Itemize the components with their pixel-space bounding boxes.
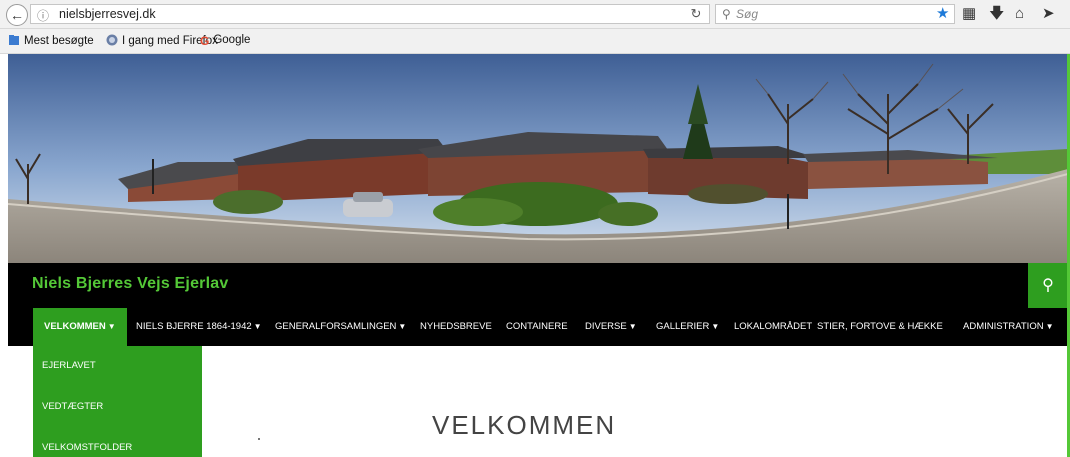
chevron-down-icon: ▼: [253, 322, 262, 331]
clipboard-icon[interactable]: ▦: [962, 5, 976, 23]
chevron-down-icon: ▼: [1045, 322, 1054, 331]
nav-item-nyhedsbreve[interactable]: NYHEDSBREVE: [420, 308, 492, 346]
submenu-item-ejerlavet[interactable]: EJERLAVET: [42, 360, 96, 371]
send-icon[interactable]: ➤: [1042, 5, 1055, 23]
search-placeholder[interactable]: Søg: [736, 7, 758, 21]
bookmark-most-visited[interactable]: Mest besøgte: [8, 34, 94, 47]
velkommen-submenu: EJERLAVET VEDTÆGTER VELKOMSTFOLDER: [33, 346, 202, 457]
reload-icon[interactable]: ↻: [687, 6, 705, 22]
nav-item-label: CONTAINERE: [506, 321, 568, 332]
search-icon: ⚲: [722, 7, 731, 21]
nav-item-label: NYHEDSBREVE: [420, 321, 492, 332]
back-button[interactable]: ←: [6, 4, 28, 26]
site-header: Niels Bjerres Vejs Ejerlav ⚲: [8, 263, 1068, 308]
search-icon: ⚲: [1042, 277, 1054, 294]
page-title: VELKOMMEN: [432, 410, 617, 440]
bookmarks-bar: Mest besøgte I gang med Firefox G Google: [0, 29, 1070, 54]
chevron-down-icon: ▼: [398, 322, 407, 331]
submenu-item-velkomstfolder[interactable]: VELKOMSTFOLDER: [42, 442, 132, 453]
decorative-dot: [258, 438, 260, 440]
download-icon[interactable]: 🡇: [989, 5, 1004, 23]
main-content: VELKOMMEN: [202, 346, 1068, 457]
nav-item-label: VELKOMMEN: [44, 321, 106, 332]
google-icon: G: [200, 34, 210, 48]
browser-toolbar: ← ⓘ nielsbjerresvej.dk ↻ ⚲ Søg ★ ▦ 🡇 ⌂ ➤: [0, 0, 1070, 29]
nav-item-label: GENERALFORSAMLINGEN: [275, 321, 397, 332]
nav-item-stier[interactable]: STIER, FORTOVE & HÆKKE: [817, 308, 943, 346]
bookmark-label: Google: [213, 34, 251, 46]
firefox-icon: [106, 34, 118, 46]
home-icon[interactable]: ⌂: [1015, 5, 1024, 23]
star-icon[interactable]: ★: [936, 5, 949, 23]
page-margin: [0, 54, 8, 457]
chevron-down-icon: ▼: [711, 322, 720, 331]
nav-item-generalforsamlingen[interactable]: GENERALFORSAMLINGEN ▼: [275, 308, 406, 346]
search-box[interactable]: ⚲ Søg: [715, 4, 955, 24]
nav-item-lokalomraadet[interactable]: LOKALOMRÅDET: [734, 308, 812, 346]
main-navigation: VELKOMMEN ▼ NIELS BJERRE 1864-1942 ▼ GENER…: [8, 308, 1068, 346]
panorama-photo: [8, 54, 1068, 263]
nav-item-label: NIELS BJERRE 1864-1942: [136, 321, 252, 332]
address-bar[interactable]: ⓘ nielsbjerresvej.dk ↻: [30, 4, 710, 24]
chevron-down-icon: ▼: [628, 322, 637, 331]
bookmark-label: Mest besøgte: [24, 35, 94, 47]
nav-item-containere[interactable]: CONTAINERE: [506, 308, 568, 346]
nav-item-velkommen[interactable]: VELKOMMEN ▼: [33, 308, 127, 346]
submenu-item-vedtaegter[interactable]: VEDTÆGTER: [42, 401, 103, 412]
nav-item-label: LOKALOMRÅDET: [734, 321, 813, 332]
header-banner-image: [8, 54, 1068, 263]
chevron-down-icon: ▼: [107, 322, 116, 331]
nav-item-label: DIVERSE: [585, 321, 627, 332]
bookmark-google[interactable]: G Google: [200, 34, 251, 48]
url-text[interactable]: nielsbjerresvej.dk: [59, 7, 156, 21]
nav-item-label: ADMINISTRATION: [963, 321, 1044, 332]
nav-item-administration[interactable]: ADMINISTRATION ▼: [963, 308, 1054, 346]
nav-item-gallerier[interactable]: GALLERIER ▼: [656, 308, 719, 346]
site-search-button[interactable]: ⚲: [1028, 263, 1068, 308]
nav-item-diverse[interactable]: DIVERSE ▼: [585, 308, 637, 346]
nav-item-niels-bjerre[interactable]: NIELS BJERRE 1864-1942 ▼: [136, 308, 262, 346]
nav-item-label: STIER, FORTOVE & HÆKKE: [817, 321, 943, 332]
nav-item-label: GALLERIER: [656, 321, 710, 332]
info-icon[interactable]: ⓘ: [37, 7, 49, 24]
site-title[interactable]: Niels Bjerres Vejs Ejerlav: [32, 275, 228, 293]
bookmarks-folder-icon: [9, 35, 19, 45]
